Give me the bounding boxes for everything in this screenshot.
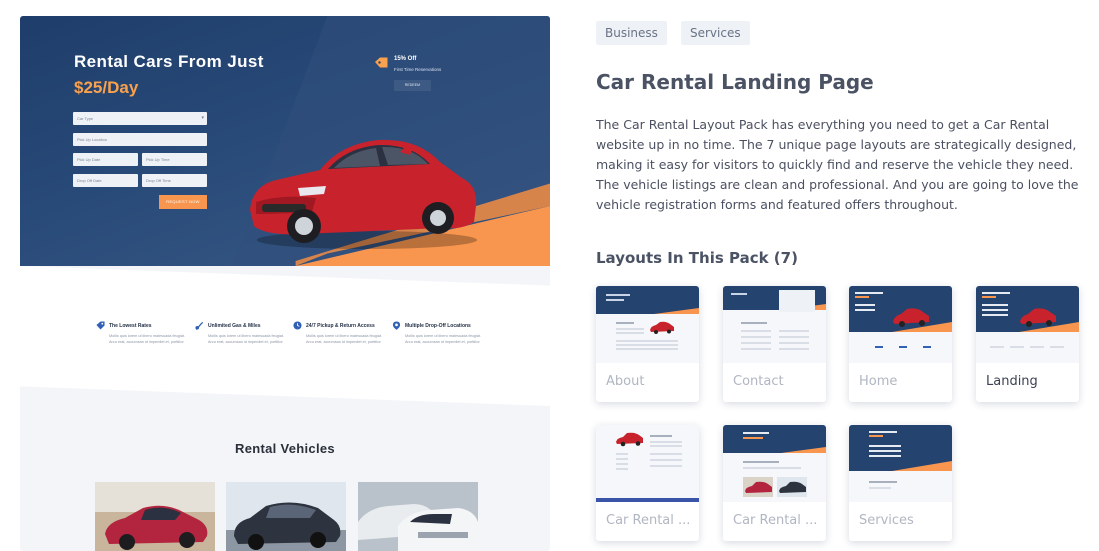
price-tag-icon	[375, 57, 388, 68]
tag-business[interactable]: Business	[596, 21, 667, 45]
preview-dropoff-date-field: Drop Off Date	[73, 174, 138, 187]
layout-detail-page: Rental Cars From Just $25/Day Car Type P…	[0, 0, 1099, 551]
preview-pickup-time-field: Pick Up Time	[142, 153, 207, 166]
preview-promo-subtitle: First Time Reservations	[394, 67, 442, 72]
layout-thumbnail	[723, 425, 826, 502]
preview-promo-title: 15% Off	[394, 56, 417, 62]
layout-card-about[interactable]: About	[596, 286, 699, 402]
vehicle-photo	[358, 482, 478, 551]
layout-card-contact[interactable]: Contact	[723, 286, 826, 402]
vehicle-photo	[95, 482, 215, 551]
layout-card-label: Services	[859, 513, 914, 528]
layout-thumbnail	[976, 286, 1079, 363]
preview-car-type-field: Car Type	[73, 112, 207, 125]
preview-feature: The Lowest Rates Mollis quis lorem ut li…	[96, 321, 196, 345]
layout-card-car-rental-2[interactable]: Car Rental ...	[723, 425, 826, 541]
preview-feature: Multiple Drop-Off Locations Mollis quis …	[392, 321, 492, 345]
preview-feature: 24/7 Pickup & Return Access Mollis quis …	[293, 321, 393, 345]
layout-card-services[interactable]: Services	[849, 425, 952, 541]
preview-feature-text: Mollis quis lorem ut libero malesuada fe…	[208, 334, 284, 344]
page-description: The Car Rental Layout Pack has everythin…	[596, 117, 1079, 212]
layout-thumbnail	[849, 425, 952, 502]
preview-pickup-date-field: Pick Up Date	[73, 153, 138, 166]
layout-card-home[interactable]: Home	[849, 286, 952, 402]
preview-feature-title: Unlimited Gas & Miles	[208, 322, 261, 329]
preview-feature-text: Mollis quis lorem ut libero malesuada fe…	[306, 334, 382, 344]
location-pin-icon	[392, 321, 401, 330]
red-car-image	[250, 139, 477, 249]
layout-card-landing[interactable]: Landing	[976, 286, 1079, 402]
preview-feature-text: Mollis quis lorem ut libero malesuada fe…	[109, 334, 185, 344]
tag-icon	[96, 321, 105, 330]
preview-request-button: REQUEST NOW	[159, 195, 207, 209]
preview-pickup-location-field: Pick Up Location	[73, 133, 207, 146]
layout-card-label: Landing	[986, 374, 1038, 389]
layout-card-label: Car Rental ...	[606, 513, 691, 528]
preview-hero-title: Rental Cars From Just	[74, 52, 264, 71]
preview-hero-price: $25/Day	[74, 78, 139, 97]
layout-thumbnail	[723, 286, 826, 363]
layout-thumbnail	[596, 286, 699, 363]
preview-feature-title: The Lowest Rates	[109, 322, 152, 329]
layout-card-car-rental-1[interactable]: Car Rental ...	[596, 425, 699, 541]
tag-services[interactable]: Services	[681, 21, 750, 45]
preview-vehicles-title: Rental Vehicles	[235, 441, 335, 456]
preview-hero: Rental Cars From Just $25/Day Car Type P…	[20, 16, 550, 266]
preview-dropoff-time-field: Drop Off Time	[142, 174, 207, 187]
layouts-heading: Layouts In This Pack (7)	[596, 249, 798, 267]
layout-preview[interactable]: Rental Cars From Just $25/Day Car Type P…	[20, 16, 550, 551]
preview-feature-title: Multiple Drop-Off Locations	[405, 322, 471, 329]
preview-feature-text: Mollis quis lorem ut libero malesuada fe…	[405, 334, 481, 344]
layout-thumbnail	[849, 286, 952, 363]
page-title: Car Rental Landing Page	[596, 70, 874, 94]
preview-redeem-button: REDEEM	[394, 80, 431, 91]
preview-feature: Unlimited Gas & Miles Mollis quis lorem …	[195, 321, 295, 345]
layout-card-label: Car Rental ...	[733, 513, 818, 528]
gas-pump-icon	[195, 321, 204, 330]
layout-card-label: Home	[859, 374, 898, 389]
vehicle-photo	[226, 482, 346, 551]
preview-feature-title: 24/7 Pickup & Return Access	[306, 322, 375, 329]
clock-icon	[293, 321, 302, 330]
layout-card-label: Contact	[733, 374, 784, 389]
layout-card-label: About	[606, 374, 645, 389]
layout-thumbnail	[596, 425, 699, 502]
